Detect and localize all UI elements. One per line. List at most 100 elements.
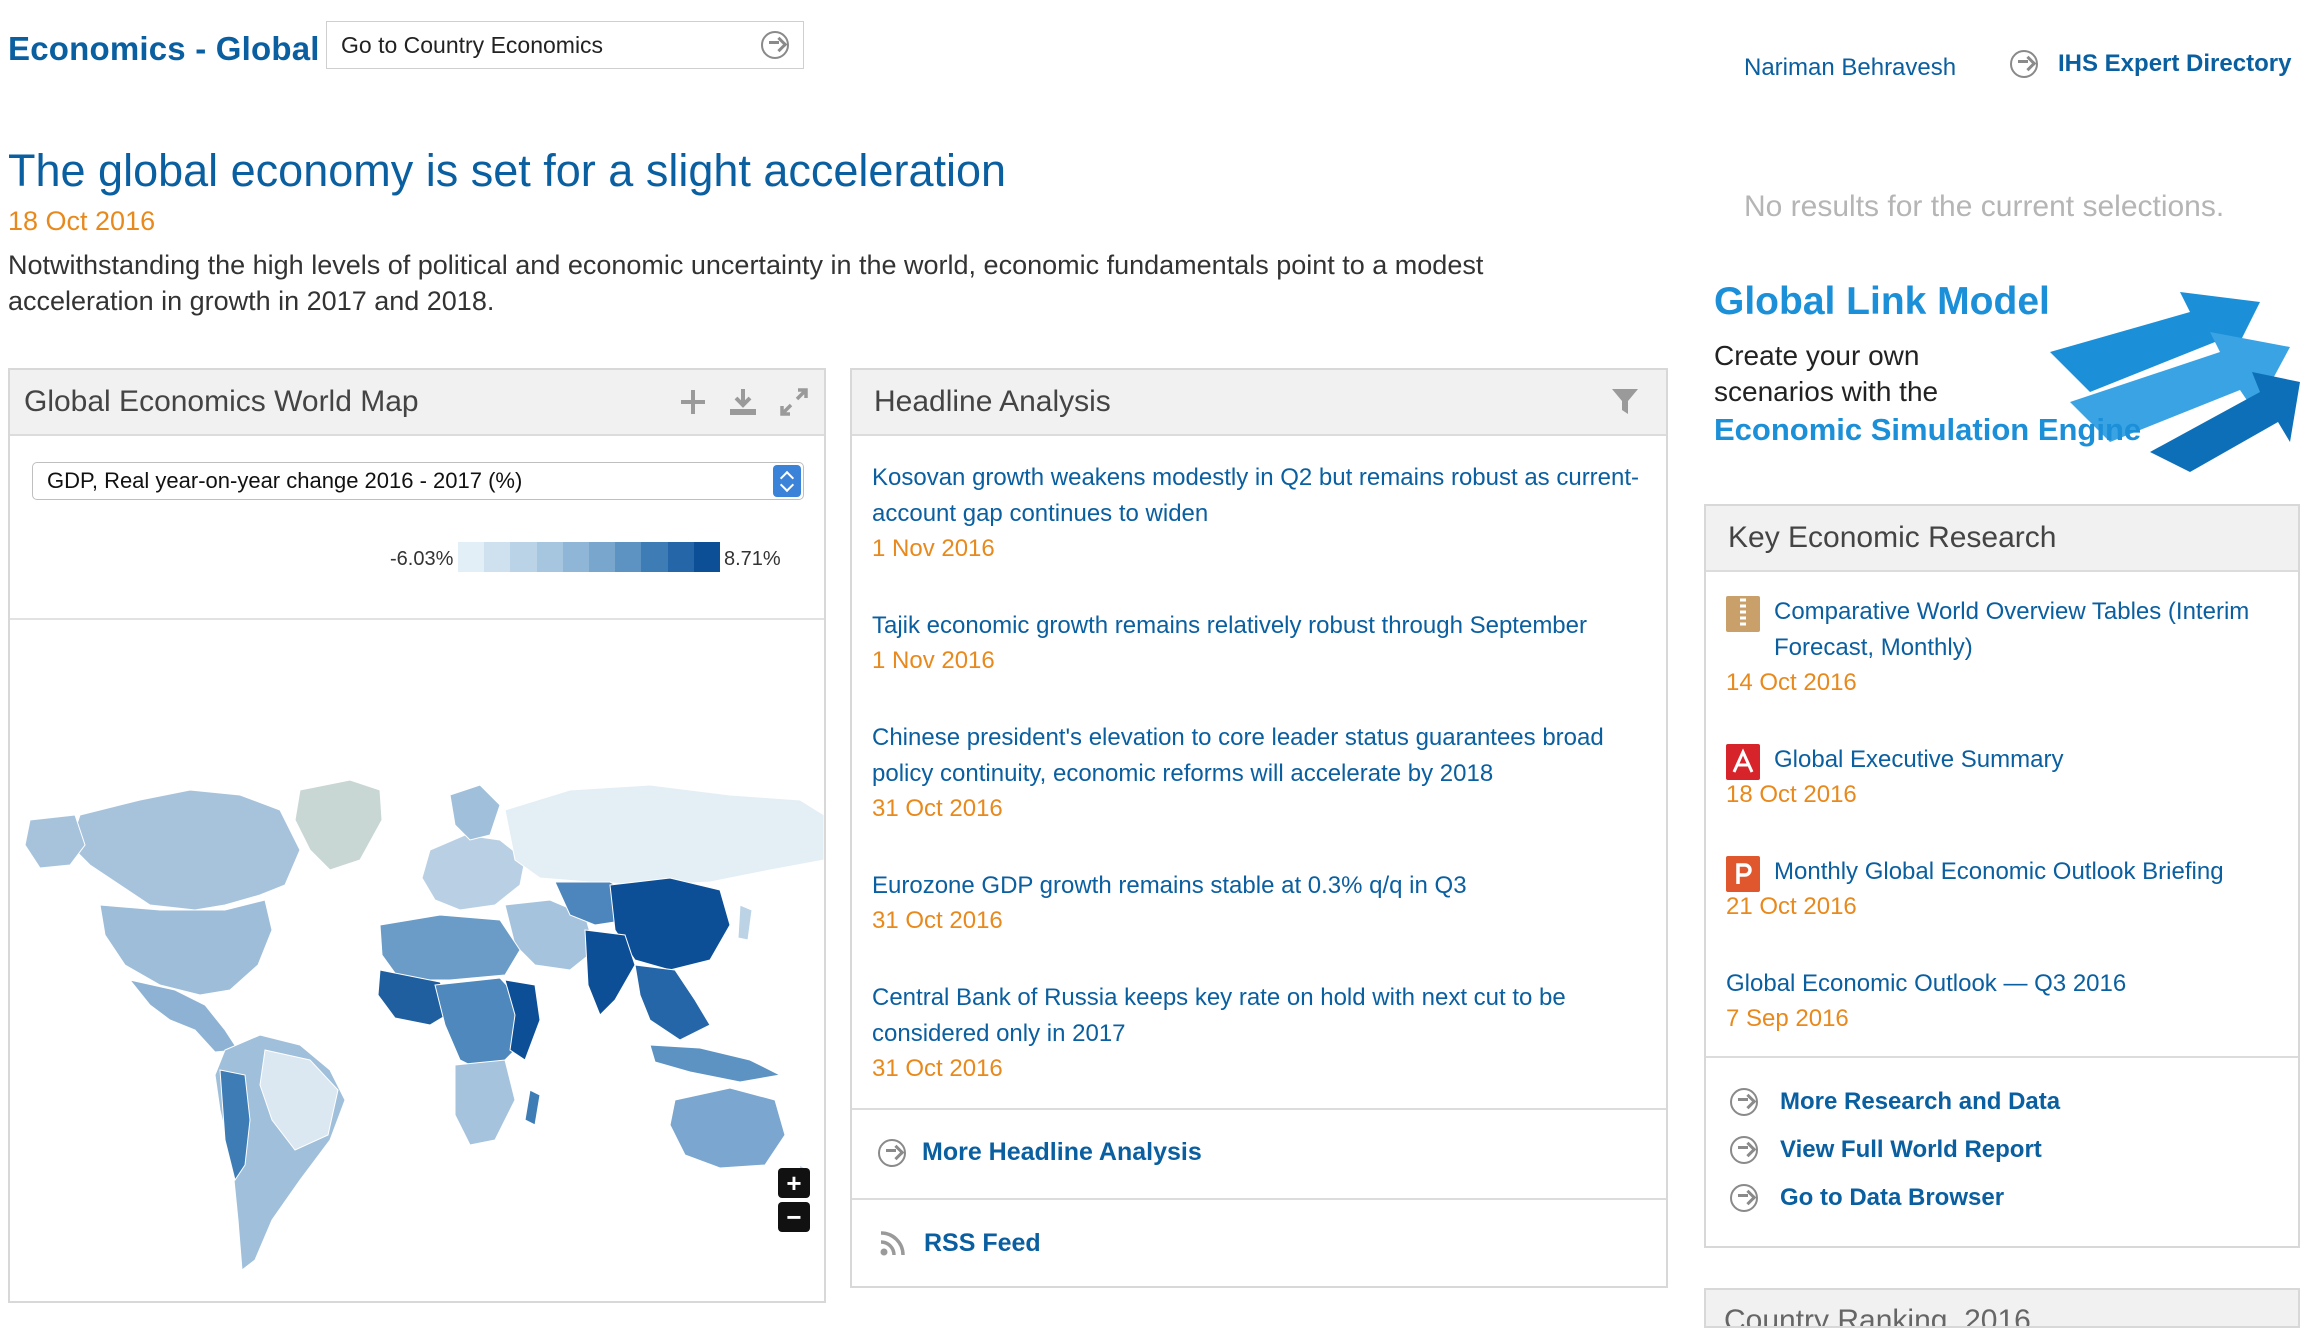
- map-region-russia: [504, 784, 824, 886]
- legend-swatch: [641, 542, 668, 572]
- legend-swatch: [484, 542, 511, 572]
- divider: [852, 1108, 1666, 1110]
- headline-item[interactable]: Tajik economic growth remains relatively…: [872, 608, 1652, 678]
- rss-feed-label: RSS Feed: [924, 1228, 1041, 1257]
- map-region-madagascar: [524, 1089, 541, 1126]
- research-item[interactable]: Global Executive Summary 18 Oct 2016: [1726, 742, 2286, 812]
- research-item-title[interactable]: Monthly Global Economic Outlook Briefing: [1726, 854, 2286, 890]
- research-item-date: 14 Oct 2016: [1726, 669, 1857, 696]
- map-region-southeast-asia: [634, 964, 711, 1041]
- expert-directory-label: IHS Expert Directory: [2058, 50, 2292, 77]
- map-region-alaska: [24, 814, 86, 869]
- map-region-indonesia: [649, 1044, 782, 1083]
- more-research-link[interactable]: More Research and Data: [1730, 1088, 2060, 1116]
- main-headline-date: 18 Oct 2016: [8, 206, 156, 236]
- map-tools: [678, 386, 810, 418]
- rss-feed-link[interactable]: RSS Feed: [878, 1228, 1041, 1258]
- promo-line: Create your own: [1714, 340, 1920, 371]
- expand-icon[interactable]: [778, 386, 810, 418]
- research-item-title[interactable]: Comparative World Overview Tables (Inter…: [1726, 594, 2286, 666]
- world-map-panel: Global Economics World Map GDP, Real yea…: [8, 368, 826, 1303]
- key-economic-research-panel: Key Economic Research Comparative World …: [1704, 504, 2300, 1248]
- expert-directory-link[interactable]: IHS Expert Directory: [2010, 50, 2291, 78]
- color-scale-legend: [458, 542, 721, 572]
- headline-item-title[interactable]: Tajik economic growth remains relatively…: [872, 608, 1652, 644]
- map-region-andes: [219, 1069, 251, 1182]
- user-name-link[interactable]: Nariman Behravesh: [1744, 54, 1956, 82]
- headline-item[interactable]: Chinese president's elevation to core le…: [872, 720, 1652, 826]
- research-item-date: 18 Oct 2016: [1726, 781, 1857, 808]
- legend-swatch: [562, 542, 590, 572]
- promo-engine: Economic Simulation Engine: [1714, 412, 2142, 447]
- legend-swatch: [510, 542, 537, 572]
- more-headline-analysis-label: More Headline Analysis: [922, 1138, 1202, 1166]
- world-map[interactable]: + −: [10, 618, 824, 1303]
- legend-max-label: 8.71%: [724, 548, 781, 570]
- map-region-canada: [69, 789, 301, 911]
- headline-analysis-header: Headline Analysis: [852, 370, 1666, 436]
- headline-item-date: 31 Oct 2016: [872, 795, 1003, 822]
- arrow-right-circle-icon: [878, 1138, 906, 1167]
- world-map-svg[interactable]: [10, 620, 824, 1303]
- zoom-in-button[interactable]: +: [778, 1168, 810, 1198]
- arrow-right-circle-icon: [1730, 1184, 1758, 1212]
- arrow-right-circle-icon: [2010, 50, 2038, 78]
- promo-title: Global Link Model: [1714, 280, 2050, 323]
- more-headline-analysis-link[interactable]: More Headline Analysis: [878, 1138, 1202, 1167]
- headline-item[interactable]: Central Bank of Russia keeps key rate on…: [872, 980, 1652, 1086]
- arrow-right-circle-icon: [761, 31, 789, 59]
- view-world-report-link[interactable]: View Full World Report: [1730, 1136, 2042, 1164]
- arrow-right-circle-icon: [1730, 1088, 1758, 1116]
- research-item[interactable]: Monthly Global Economic Outlook Briefing…: [1726, 854, 2286, 924]
- indicator-select-value: GDP, Real year-on-year change 2016 - 201…: [47, 468, 523, 493]
- headline-item-date: 1 Nov 2016: [872, 647, 995, 674]
- research-item[interactable]: Comparative World Overview Tables (Inter…: [1726, 594, 2286, 700]
- headline-item[interactable]: Kosovan growth weakens modestly in Q2 bu…: [872, 460, 1652, 566]
- research-item[interactable]: Global Economic Outlook — Q3 2016 7 Sep …: [1726, 966, 2286, 1036]
- research-item-title[interactable]: Global Executive Summary: [1726, 742, 2286, 778]
- legend-swatch: [693, 542, 721, 572]
- headline-item[interactable]: Eurozone GDP growth remains stable at 0.…: [872, 868, 1652, 938]
- headline-analysis-panel: Headline Analysis Kosovan growth weakens…: [850, 368, 1668, 1288]
- more-research-label: More Research and Data: [1780, 1088, 2061, 1115]
- no-results-message: No results for the current selections.: [1744, 190, 2225, 223]
- powerpoint-icon: [1726, 856, 1760, 892]
- country-economics-select[interactable]: Go to Country Economics: [326, 21, 804, 69]
- map-region-southern-africa: [454, 1059, 516, 1146]
- headline-item-date: 1 Nov 2016: [872, 535, 995, 562]
- global-link-model-banner[interactable]: Global Link Model Create your own scenar…: [1700, 272, 2300, 472]
- map-region-greenland: [294, 779, 383, 871]
- headline-analysis-title: Headline Analysis: [874, 385, 1111, 418]
- data-browser-link[interactable]: Go to Data Browser: [1730, 1184, 2004, 1212]
- main-headline[interactable]: The global economy is set for a slight a…: [8, 145, 1006, 197]
- select-arrows-icon: [773, 465, 801, 497]
- headline-item-title[interactable]: Kosovan growth weakens modestly in Q2 bu…: [872, 460, 1652, 532]
- map-region-india: [584, 929, 636, 1016]
- headline-item-title[interactable]: Chinese president's elevation to core le…: [872, 720, 1652, 792]
- legend-min-label: -6.03%: [390, 548, 454, 570]
- download-icon[interactable]: [728, 387, 758, 417]
- research-item-title[interactable]: Global Economic Outlook — Q3 2016: [1726, 966, 2286, 1002]
- country-ranking-panel: Country Ranking, 2016: [1704, 1288, 2300, 1328]
- key-economic-research-header: Key Economic Research: [1706, 506, 2298, 572]
- arrow-right-circle-icon: [1730, 1136, 1758, 1164]
- headline-item-title[interactable]: Central Bank of Russia keeps key rate on…: [872, 980, 1652, 1052]
- map-region-japan: [737, 904, 753, 941]
- pdf-icon: [1726, 744, 1760, 780]
- headline-item-date: 31 Oct 2016: [872, 1055, 1003, 1082]
- filter-icon[interactable]: [1610, 386, 1640, 418]
- country-ranking-title: Country Ranking, 2016: [1724, 1304, 2031, 1328]
- legend-swatch: [589, 542, 616, 572]
- map-region-north-africa: [379, 914, 521, 981]
- zoom-out-button[interactable]: −: [778, 1202, 810, 1232]
- legend-swatch: [667, 542, 694, 572]
- legend-swatch: [615, 542, 642, 572]
- add-icon[interactable]: [678, 387, 708, 417]
- indicator-select[interactable]: GDP, Real year-on-year change 2016 - 201…: [32, 462, 804, 500]
- site-title[interactable]: Economics - Global: [8, 30, 320, 68]
- country-select-label: Go to Country Economics: [341, 31, 604, 58]
- spreadsheet-icon: [1726, 596, 1760, 632]
- research-item-date: 21 Oct 2016: [1726, 893, 1857, 920]
- main-headline-summary: Notwithstanding the high levels of polit…: [8, 250, 1484, 316]
- headline-item-title[interactable]: Eurozone GDP growth remains stable at 0.…: [872, 868, 1652, 904]
